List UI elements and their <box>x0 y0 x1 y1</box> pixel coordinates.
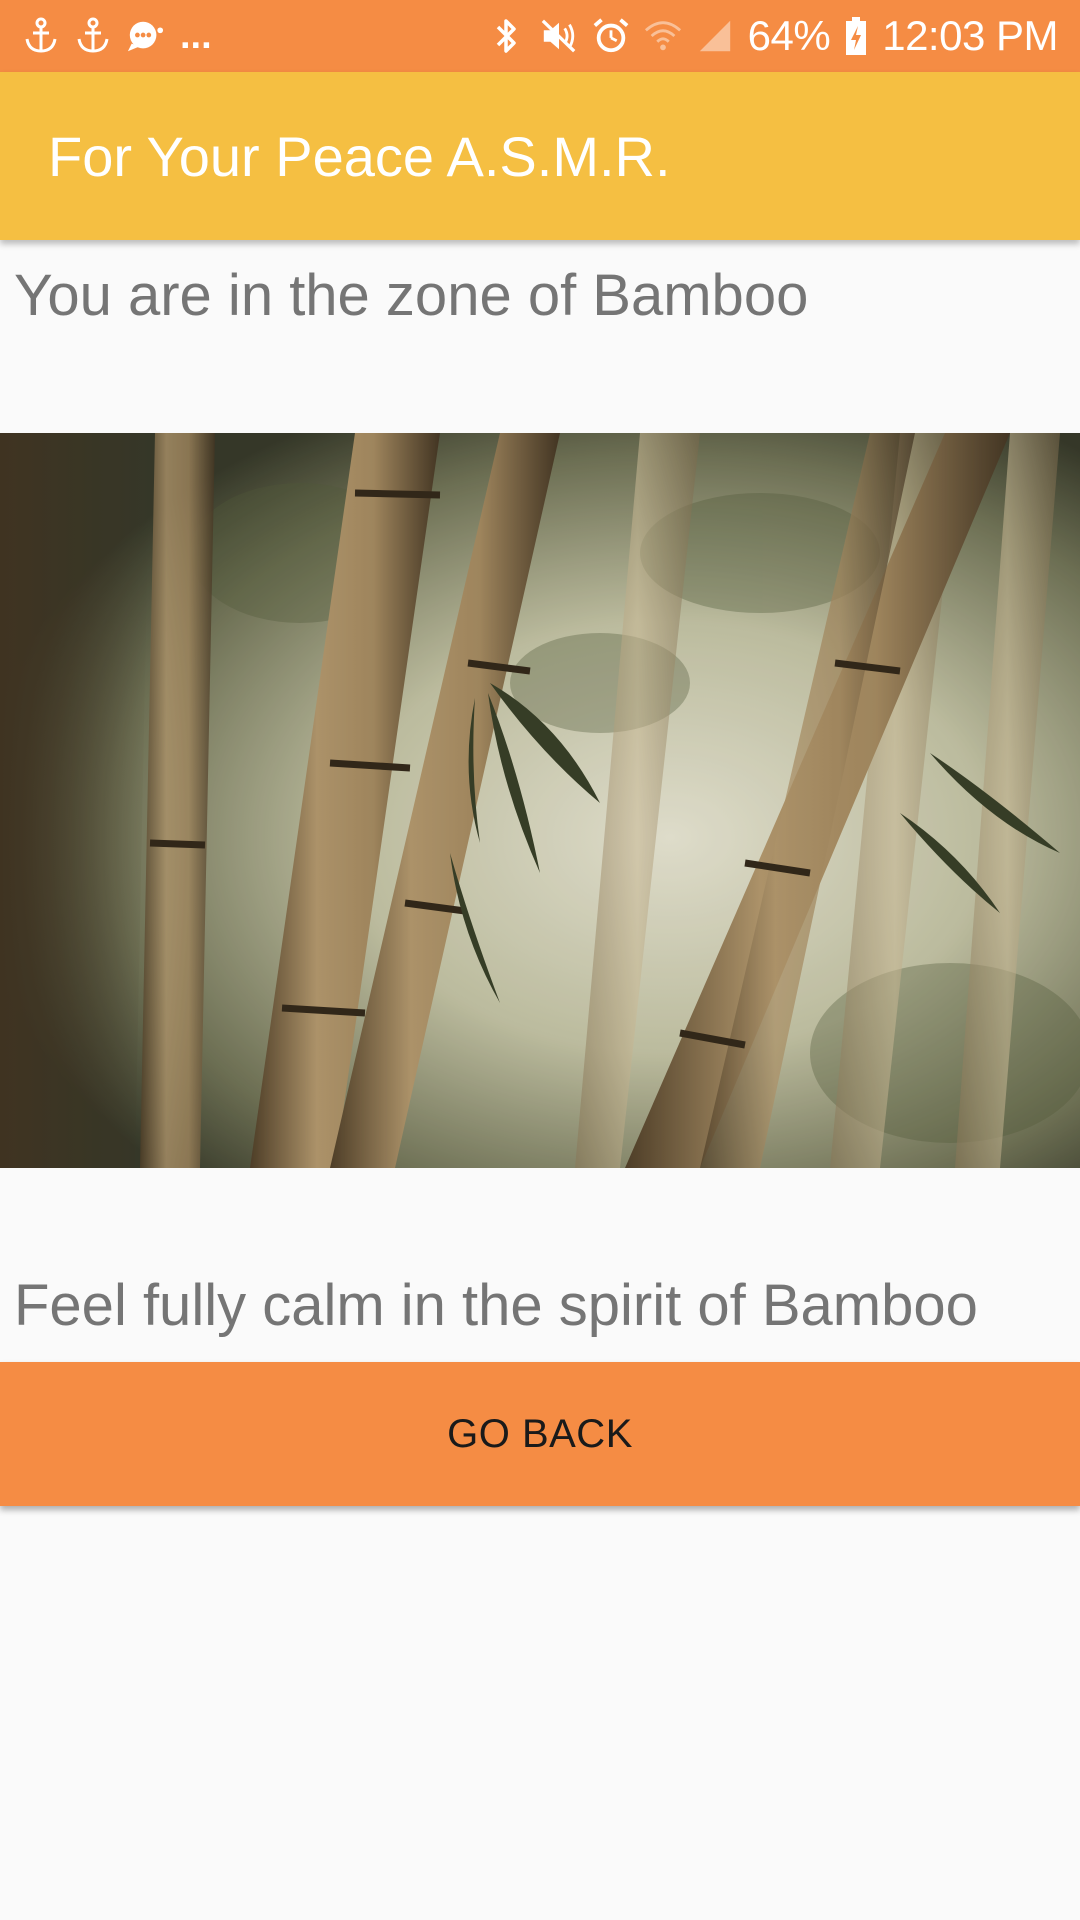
bamboo-forest-image <box>0 433 1080 1168</box>
app-bar: For Your Peace A.S.M.R. <box>0 72 1080 240</box>
more-notifications-indicator: ... <box>180 14 212 57</box>
status-bar: ... 64% 12:03 PM <box>0 0 1080 72</box>
anchor-icon <box>74 16 112 56</box>
calm-message: Feel fully calm in the spirit of Bamboo <box>14 1273 978 1338</box>
bluetooth-icon <box>488 16 526 56</box>
zone-heading: You are in the zone of Bamboo <box>14 263 809 328</box>
app-title: For Your Peace A.S.M.R. <box>48 124 671 188</box>
battery-charging-icon <box>844 16 868 56</box>
chat-notification-icon <box>126 16 164 56</box>
mute-icon <box>540 16 578 56</box>
clock-time: 12:03 PM <box>882 12 1058 59</box>
status-bar-left: ... <box>22 15 212 58</box>
go-back-button[interactable]: GO BACK <box>0 1362 1080 1506</box>
wifi-icon <box>644 16 682 56</box>
alarm-icon <box>592 16 630 56</box>
anchor-icon <box>22 16 60 56</box>
battery-percent: 64% <box>747 12 831 59</box>
signal-icon <box>696 16 734 56</box>
status-bar-right: 64% 12:03 PM <box>488 12 1058 60</box>
